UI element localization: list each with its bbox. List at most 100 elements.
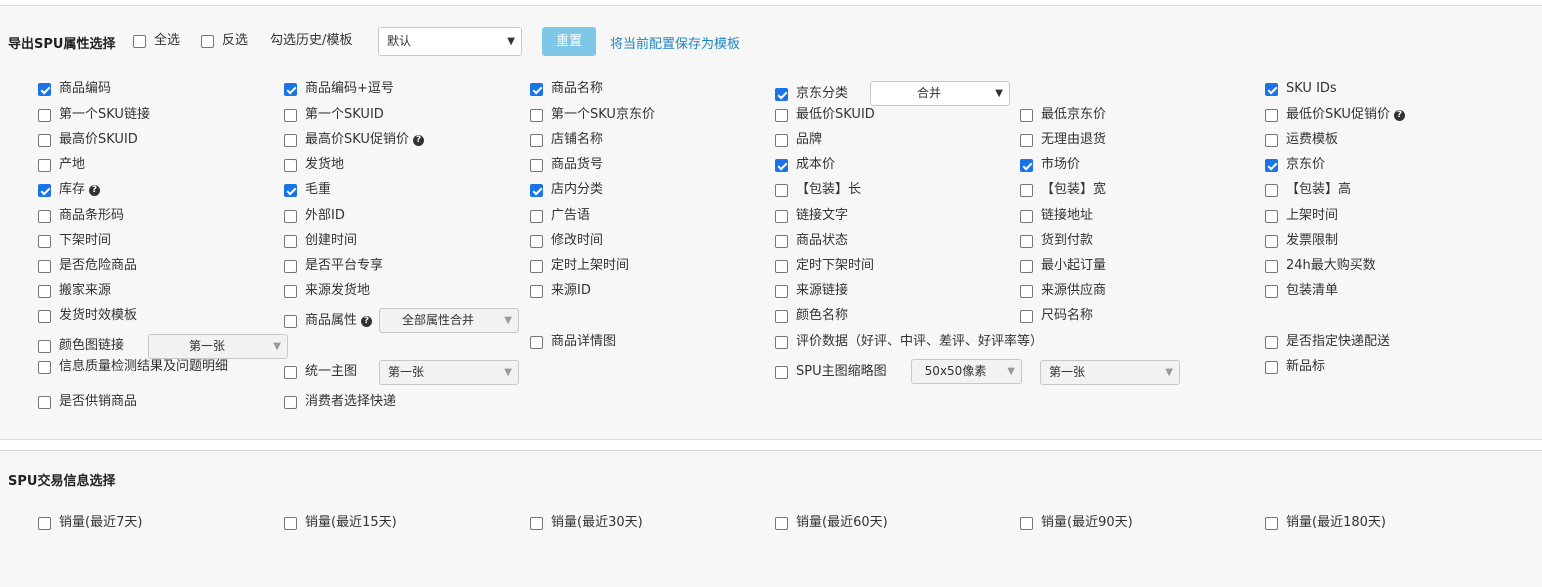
attribute-label[interactable]: 下架时间 xyxy=(59,233,111,249)
attribute-label[interactable]: 店内分类 xyxy=(551,182,603,198)
attribute-label[interactable]: 京东价 xyxy=(1286,157,1325,173)
attribute-checkbox[interactable] xyxy=(775,310,788,323)
attribute-label[interactable]: SKU IDs xyxy=(1286,81,1337,97)
attribute-checkbox[interactable] xyxy=(284,109,297,122)
attribute-checkbox[interactable] xyxy=(530,260,543,273)
attribute-checkbox[interactable] xyxy=(38,109,51,122)
attribute-checkbox[interactable] xyxy=(1020,517,1033,530)
attribute-label[interactable]: 品牌 xyxy=(796,132,822,148)
attribute-label[interactable]: 货到付款 xyxy=(1041,233,1093,249)
attribute-checkbox[interactable] xyxy=(530,83,543,96)
attribute-label[interactable]: 销量(最近30天) xyxy=(551,515,643,531)
attribute-checkbox[interactable] xyxy=(530,109,543,122)
attribute-checkbox[interactable] xyxy=(530,235,543,248)
attribute-checkbox[interactable] xyxy=(530,517,543,530)
attribute-checkbox[interactable] xyxy=(1265,361,1278,374)
attribute-checkbox[interactable] xyxy=(38,340,51,353)
attribute-label[interactable]: 【包装】宽 xyxy=(1041,182,1106,198)
attribute-merge-select[interactable]: 全部属性合并 ▼ xyxy=(379,308,519,333)
template-select[interactable]: 默认 ▼ xyxy=(378,27,522,56)
attribute-label[interactable]: 评价数据（好评、中评、差评、好评率等） xyxy=(796,334,1043,350)
attribute-label[interactable]: 商品货号 xyxy=(551,157,603,173)
attribute-label[interactable]: 来源ID xyxy=(551,283,591,299)
attribute-checkbox[interactable] xyxy=(38,517,51,530)
attribute-label[interactable]: 最低价SKU促销价? xyxy=(1286,107,1405,123)
invert-checkbox[interactable] xyxy=(201,35,214,48)
attribute-checkbox[interactable] xyxy=(530,159,543,172)
attribute-checkbox[interactable] xyxy=(1020,260,1033,273)
question-circle-icon[interactable]: ? xyxy=(89,185,101,196)
attribute-label[interactable]: 【包装】长 xyxy=(796,182,861,198)
attribute-label[interactable]: 第一个SKU京东价 xyxy=(551,107,655,123)
attribute-checkbox[interactable] xyxy=(284,517,297,530)
attribute-checkbox[interactable] xyxy=(284,366,297,379)
attribute-label[interactable]: 创建时间 xyxy=(305,233,357,249)
attribute-checkbox[interactable] xyxy=(530,134,543,147)
attribute-label[interactable]: 消费者选择快递 xyxy=(305,394,396,410)
attribute-label[interactable]: 市场价 xyxy=(1041,157,1080,173)
attribute-label[interactable]: 包装清单 xyxy=(1286,283,1338,299)
attribute-checkbox[interactable] xyxy=(1265,83,1278,96)
attribute-checkbox[interactable] xyxy=(1265,260,1278,273)
attribute-checkbox[interactable] xyxy=(284,285,297,298)
attribute-checkbox[interactable] xyxy=(530,184,543,197)
attribute-label[interactable]: 广告语 xyxy=(551,208,590,224)
attribute-label[interactable]: 来源供应商 xyxy=(1041,283,1106,299)
attribute-checkbox[interactable] xyxy=(38,159,51,172)
attribute-label[interactable]: 商品条形码 xyxy=(59,208,124,224)
attribute-checkbox[interactable] xyxy=(1265,134,1278,147)
attribute-label[interactable]: 颜色图链接 xyxy=(59,338,124,354)
attribute-checkbox[interactable] xyxy=(284,83,297,96)
attribute-checkbox[interactable] xyxy=(284,235,297,248)
attribute-checkbox[interactable] xyxy=(1265,184,1278,197)
attribute-label[interactable]: 最低京东价 xyxy=(1041,107,1106,123)
attribute-label[interactable]: 第一个SKUID xyxy=(305,107,384,123)
attribute-checkbox[interactable] xyxy=(775,517,788,530)
attribute-checkbox[interactable] xyxy=(1020,159,1033,172)
attribute-checkbox[interactable] xyxy=(284,159,297,172)
attribute-checkbox[interactable] xyxy=(775,366,788,379)
thumbnail-image-select[interactable]: 第一张 ▼ xyxy=(1040,360,1180,385)
attribute-label[interactable]: 销量(最近60天) xyxy=(796,515,888,531)
attribute-label[interactable]: 来源链接 xyxy=(796,283,848,299)
question-circle-icon[interactable]: ? xyxy=(361,316,373,327)
attribute-label[interactable]: 销量(最近15天) xyxy=(305,515,397,531)
save-template-link[interactable]: 将当前配置保存为模板 xyxy=(610,33,740,52)
attribute-label[interactable]: 是否供销商品 xyxy=(59,394,137,410)
attribute-checkbox[interactable] xyxy=(530,285,543,298)
attribute-checkbox[interactable] xyxy=(775,159,788,172)
attribute-label[interactable]: 来源发货地 xyxy=(305,283,370,299)
attribute-label[interactable]: 搬家来源 xyxy=(59,283,111,299)
attribute-checkbox[interactable] xyxy=(775,134,788,147)
attribute-label[interactable]: 统一主图 xyxy=(305,364,357,380)
reset-button[interactable]: 重置 xyxy=(542,27,596,56)
attribute-checkbox[interactable] xyxy=(1020,210,1033,223)
attribute-label[interactable]: 定时上架时间 xyxy=(551,258,629,274)
attribute-label[interactable]: 【包装】高 xyxy=(1286,182,1351,198)
attribute-label[interactable]: 销量(最近180天) xyxy=(1286,515,1386,531)
attribute-checkbox[interactable] xyxy=(1265,159,1278,172)
attribute-checkbox[interactable] xyxy=(284,315,297,328)
attribute-checkbox[interactable] xyxy=(530,210,543,223)
attribute-checkbox[interactable] xyxy=(38,184,51,197)
attribute-checkbox[interactable] xyxy=(775,336,788,349)
attribute-label[interactable]: 24h最大购买数 xyxy=(1286,258,1376,274)
attribute-checkbox[interactable] xyxy=(284,260,297,273)
attribute-checkbox[interactable] xyxy=(1265,336,1278,349)
attribute-checkbox[interactable] xyxy=(1020,109,1033,122)
attribute-checkbox[interactable] xyxy=(1020,235,1033,248)
attribute-label[interactable]: 商品编码+逗号 xyxy=(305,81,394,97)
attribute-label[interactable]: 是否指定快递配送 xyxy=(1286,334,1390,350)
attribute-label[interactable]: 商品状态 xyxy=(796,233,848,249)
attribute-checkbox[interactable] xyxy=(284,396,297,409)
attribute-label[interactable]: 外部ID xyxy=(305,208,345,224)
attribute-label[interactable]: 链接文字 xyxy=(796,208,848,224)
attribute-checkbox[interactable] xyxy=(1265,210,1278,223)
attribute-checkbox[interactable] xyxy=(38,396,51,409)
attribute-checkbox[interactable] xyxy=(530,336,543,349)
attribute-label[interactable]: 商品属性? xyxy=(305,313,373,329)
attribute-checkbox[interactable] xyxy=(775,210,788,223)
attribute-checkbox[interactable] xyxy=(775,285,788,298)
jd-category-select[interactable]: 合并 ▼ xyxy=(870,81,1010,106)
attribute-label[interactable]: 链接地址 xyxy=(1041,208,1093,224)
